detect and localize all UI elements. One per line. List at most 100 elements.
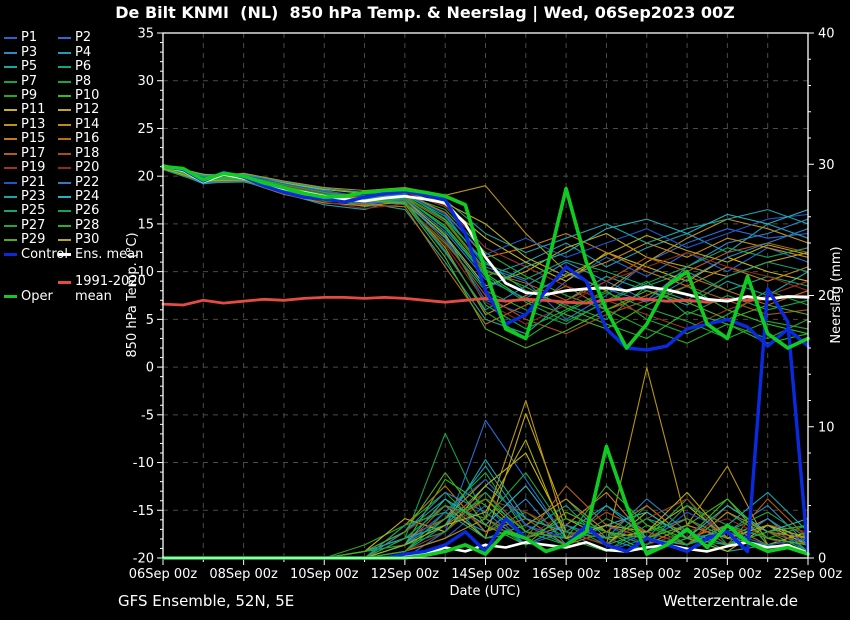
legend-item-P9: P9 <box>4 87 58 103</box>
legend-item-P28: P28 <box>58 217 100 233</box>
x-tick-label: 20Sep 00z <box>693 567 762 582</box>
legend-item-P6: P6 <box>58 60 91 74</box>
legend-swatch <box>4 66 17 69</box>
legend-swatch <box>4 295 17 299</box>
legend-swatch <box>58 37 71 40</box>
legend-swatch <box>4 196 17 199</box>
legend-item-P30: P30 <box>58 233 99 247</box>
legend-row: P15 P16 <box>4 132 164 146</box>
legend-row: P7 P8 <box>4 74 164 88</box>
legend-swatch <box>58 253 71 257</box>
x-tick-label: 10Sep 00z <box>290 567 359 582</box>
legend-item-P8: P8 <box>58 74 91 89</box>
legend-item-P25: P25 <box>4 204 58 218</box>
legend-swatch <box>4 239 17 242</box>
legend-item-P22: P22 <box>58 174 100 190</box>
legend-item-P5: P5 <box>4 60 58 74</box>
legend-item-P10: P10 <box>58 87 100 103</box>
legend-swatch <box>58 210 71 213</box>
footer-model-info: GFS Ensemble, 52N, 5E <box>118 592 295 610</box>
legend-label: P10 <box>75 87 100 103</box>
legend-swatch <box>58 138 71 141</box>
legend-item-P17: P17 <box>4 146 58 161</box>
legend-swatch <box>58 152 71 155</box>
legend-item-empty <box>4 281 58 283</box>
legend-label: P12 <box>75 102 100 118</box>
legend-item-P15: P15 <box>4 132 58 146</box>
legend-swatch <box>4 80 17 83</box>
legend-swatch <box>58 239 71 242</box>
legend-item-Control: Control <box>4 247 68 262</box>
legend-label: P30 <box>75 232 100 248</box>
meteogram-page: De Bilt KNMI (NL) 850 hPa Temp. & Neersl… <box>0 0 850 620</box>
left-tick-label: -20 <box>133 552 154 567</box>
legend-item-Oper: Oper <box>4 289 58 304</box>
legend-item-P13: P13 <box>4 117 58 132</box>
legend-item-P4: P4 <box>58 45 91 60</box>
legend-swatch <box>4 51 17 54</box>
right-tick-label: 0 <box>818 552 826 567</box>
legend-swatch <box>4 123 17 126</box>
legend-item-P23: P23 <box>4 190 58 204</box>
legend-swatch <box>58 280 71 284</box>
x-tick-label: 06Sep 00z <box>129 567 198 582</box>
legend-row: P17 P18 <box>4 145 164 161</box>
left-tick-label: -10 <box>133 456 154 471</box>
legend-row: P9 P10 <box>4 87 164 103</box>
legend-label: P26 <box>75 203 100 219</box>
x-tick-label: 22Sep 00z <box>774 567 843 582</box>
legend-item-P21: P21 <box>4 174 58 190</box>
legend-item-P7: P7 <box>4 73 58 89</box>
legend-row: P19 P20 <box>4 161 164 175</box>
legend-item-P11: P11 <box>4 103 58 117</box>
legend-swatch <box>58 109 71 112</box>
x-tick-label: 18Sep 00z <box>612 567 681 582</box>
legend-label: P1 <box>21 30 38 46</box>
legend-label: P16 <box>75 131 100 147</box>
legend-label: P29 <box>21 232 46 248</box>
legend-label: P19 <box>21 160 46 176</box>
legend-swatch <box>4 109 17 112</box>
legend-row: P3 P4 <box>4 45 164 59</box>
legend-label: P25 <box>21 203 46 219</box>
legend-item-mean: mean <box>58 288 112 304</box>
legend-item-P19: P19 <box>4 161 58 175</box>
left-tick-label: -15 <box>133 504 154 519</box>
legend-label: P18 <box>75 145 100 161</box>
legend-label: P5 <box>21 59 38 75</box>
legend-item-P24: P24 <box>58 190 99 204</box>
legend-item-P3: P3 <box>4 44 58 60</box>
legend-label: mean <box>75 288 112 304</box>
legend-swatch <box>58 66 71 69</box>
legend-swatch <box>58 51 71 54</box>
legend-swatch <box>4 224 17 227</box>
legend-row: P1 P2 <box>4 31 164 45</box>
legend-item-P20: P20 <box>58 161 99 175</box>
legend-item-P1: P1 <box>4 31 58 45</box>
y-axis-label-right: Neerslag (mm) <box>829 246 844 344</box>
legend-swatch <box>4 138 17 141</box>
legend-label: P21 <box>21 174 46 190</box>
right-tick-label: 30 <box>818 158 835 173</box>
legend-swatch <box>4 37 17 40</box>
legend-label: P28 <box>75 217 100 233</box>
legend-item-P12: P12 <box>58 103 99 117</box>
member-temp-line-P5 <box>162 166 809 335</box>
legend-label: P15 <box>21 131 46 147</box>
legend-label: P20 <box>75 160 100 176</box>
legend-label: P22 <box>75 174 100 190</box>
y-axis-label-left: 850 hPa Temp. (°C) <box>125 232 140 358</box>
right-tick-label: 40 <box>818 27 835 42</box>
legend-item-P18: P18 <box>58 145 100 161</box>
legend-swatch <box>58 224 71 227</box>
legend-label: P3 <box>21 44 38 60</box>
legend-row: P13 P14 <box>4 117 164 132</box>
x-tick-label: 08Sep 00z <box>209 567 278 582</box>
legend-item-P27: P27 <box>4 218 58 233</box>
legend-swatch <box>58 94 71 97</box>
legend-swatch <box>58 196 71 199</box>
legend-label: P9 <box>21 87 38 103</box>
legend-item-P14: P14 <box>58 117 99 132</box>
legend-swatch <box>4 253 17 257</box>
legend-label: P7 <box>21 73 38 89</box>
